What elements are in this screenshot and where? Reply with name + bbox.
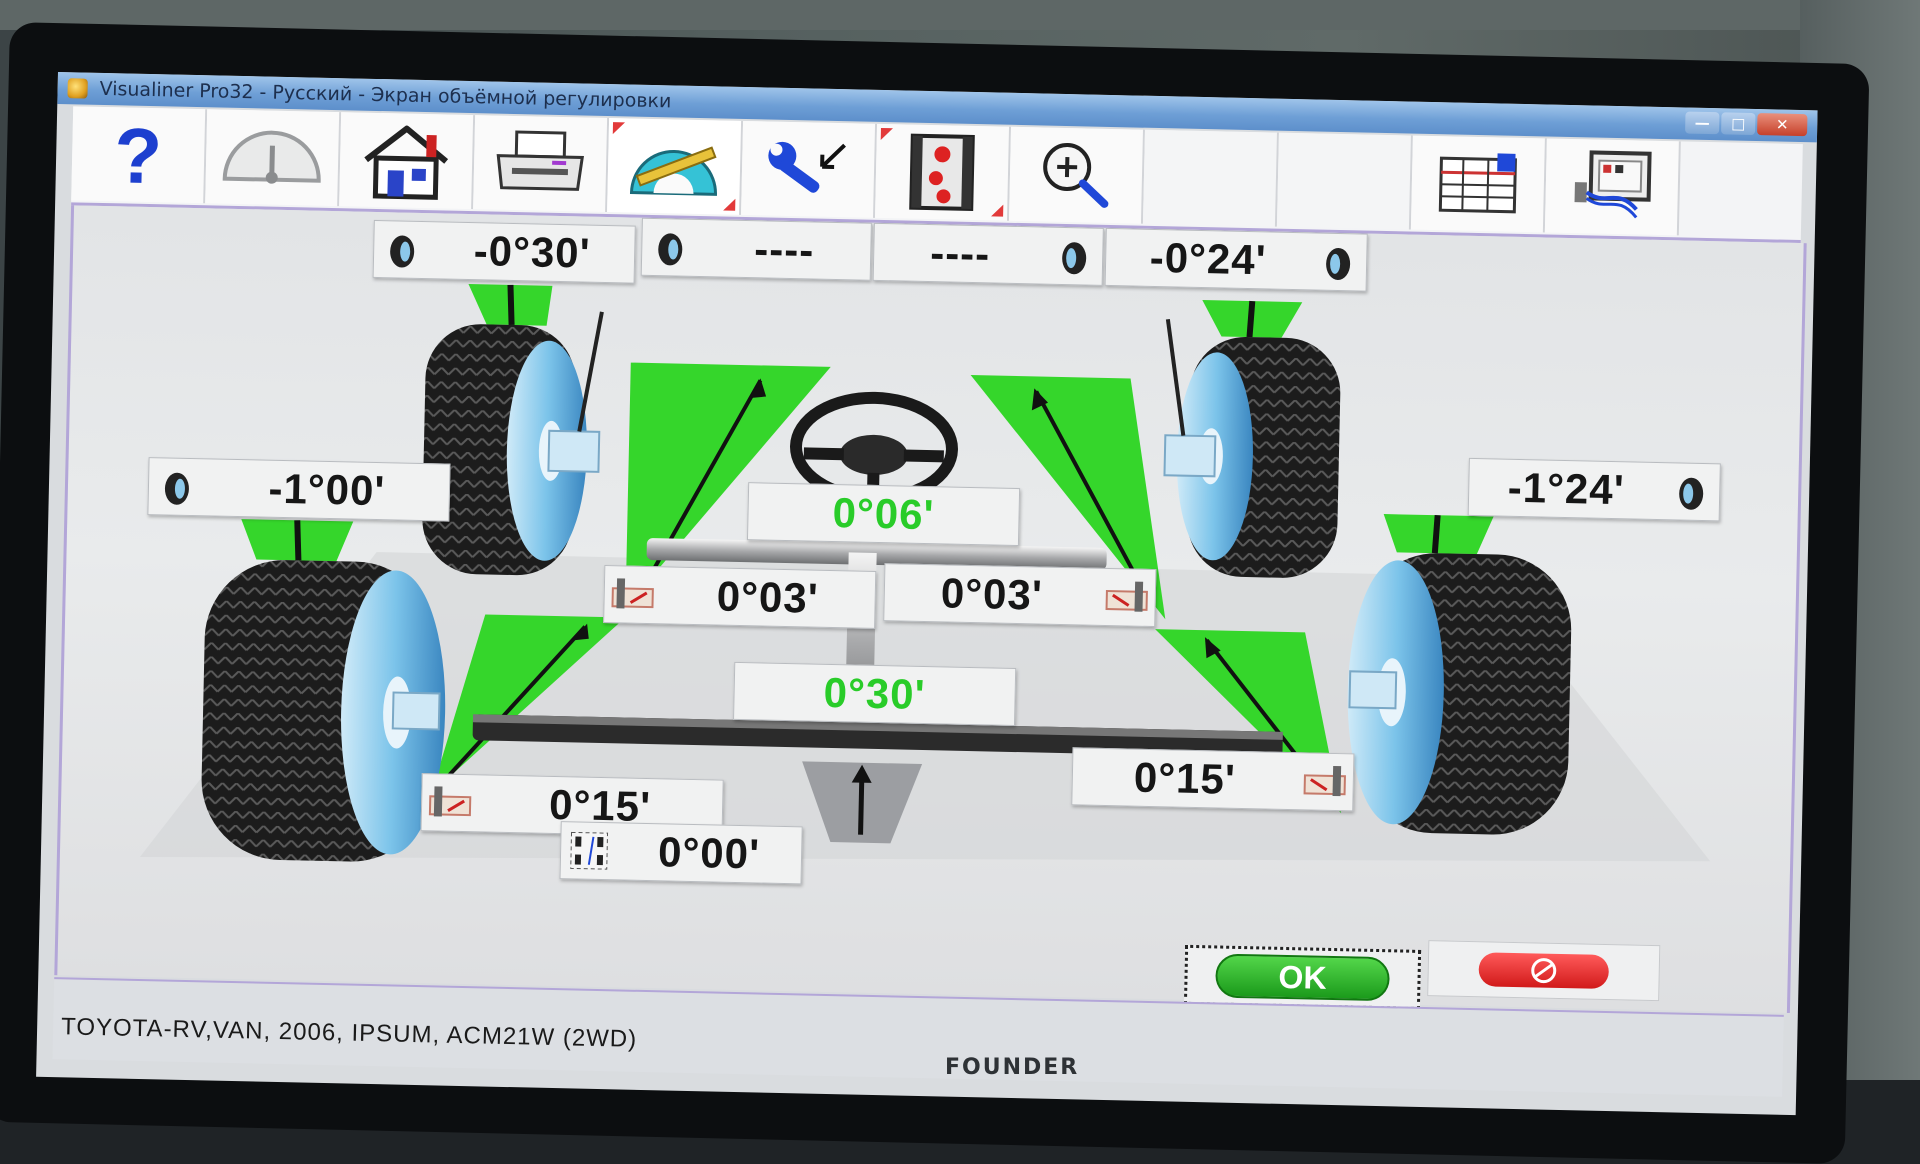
printer-icon [489,127,591,199]
spreadsheet-icon [1432,148,1524,220]
maximize-button[interactable]: □ [1721,112,1755,135]
ok-button-frame: OK [1184,945,1421,1010]
front-right-toe-box: 0°03' [883,563,1156,627]
alignment-panel: -0°30' ---- ---- -0°24' -1°00' [54,205,1806,1013]
front-left-camber-box: -0°30' [373,220,636,284]
measure-button[interactable] [205,109,341,206]
background-wall [0,0,1920,30]
help-button[interactable]: ? [71,106,207,203]
adjust-tools-button[interactable] [741,121,877,218]
rear-left-camber-box: -1°00' [147,457,450,522]
adjust-point-icon [426,778,475,827]
front-right-wheel [1162,319,1342,579]
window-title: Visualiner Pro32 - Русский - Экран объём… [99,78,671,112]
front-left-camber-value: -0°30' [430,226,635,278]
zoom-icon [1030,134,1122,216]
adjust-point-icon [1102,573,1151,622]
rear-total-toe-box: 0°30' [733,662,1016,726]
adjust-point-icon [608,570,657,619]
front-right-toe-value: 0°03' [884,568,1099,621]
rear-total-toe-value: 0°30' [734,667,1015,721]
gauge-icon [217,127,328,189]
front-center-right-value: ---- [874,228,1047,280]
toolbar-empty-slot-2 [1277,133,1413,230]
vehicle-info: TOYOTA-RV,VAN, 2006, IPSUM, ACM21W (2WD) [61,1013,638,1054]
rear-right-wheel [1345,551,1573,836]
front-center-left-box: ---- [641,218,872,281]
rear-left-wheel [200,558,448,863]
front-left-toe-value: 0°03' [660,571,875,624]
front-left-wheel [421,308,602,577]
rear-right-toe-box: 0°15' [1071,747,1354,811]
tire-icon [646,223,695,272]
no-entry-icon [1526,956,1561,985]
spec-table-button[interactable] [1411,136,1547,233]
monitor-brand-label: FOUNDER [945,1055,1079,1080]
zoom-button[interactable] [1009,127,1145,224]
front-center-right-box: ---- [873,223,1104,286]
tire-icon [1667,467,1716,516]
home-icon [355,120,457,202]
front-left-toe-box: 0°03' [603,565,876,629]
minimize-button[interactable]: — [1685,112,1719,135]
front-right-camber-value: -0°24' [1106,233,1311,285]
tire-icon [378,225,427,274]
tire-icon [1050,232,1099,281]
svg-text:?: ? [113,114,163,196]
tire-icon [152,462,201,511]
front-total-toe-value: 0°06' [748,487,1019,541]
home-button[interactable] [339,112,475,209]
rear-right-camber-box: -1°24' [1468,458,1721,521]
tire-icon [1314,237,1363,286]
rear-right-toe-value: 0°15' [1072,752,1297,805]
video-help-button[interactable] [875,124,1011,221]
app-window: Visualiner Pro32 - Русский - Экран объём… [36,72,1818,1115]
front-center-left-value: ---- [698,224,871,276]
protractor-icon [623,130,725,202]
film-strip-icon [901,131,983,213]
rear-left-camber-value: -1°00' [204,463,449,516]
cancel-button[interactable] [1478,952,1609,989]
thrust-angle-icon [565,826,614,875]
print-button[interactable] [473,115,609,212]
help-icon: ? [102,114,174,196]
toolbar-empty-slot-1 [1143,130,1279,227]
vehicle-data-icon [1566,146,1658,228]
close-button[interactable]: ✕ [1757,113,1807,136]
thrust-angle-box: 0°00' [560,821,803,884]
front-right-camber-box: -0°24' [1105,228,1368,292]
wrench-icon [757,133,859,205]
ok-button[interactable]: OK [1215,953,1390,1001]
thrust-angle-value: 0°00' [617,827,802,879]
app-icon [67,78,87,98]
front-total-toe-box: 0°06' [747,482,1020,546]
cancel-button-frame [1427,940,1660,1001]
angle-adjust-button[interactable] [607,118,743,215]
adjust-point-icon [1300,757,1349,806]
rear-right-camber-value: -1°24' [1469,463,1664,515]
vehicle-data-button[interactable] [1545,138,1681,235]
